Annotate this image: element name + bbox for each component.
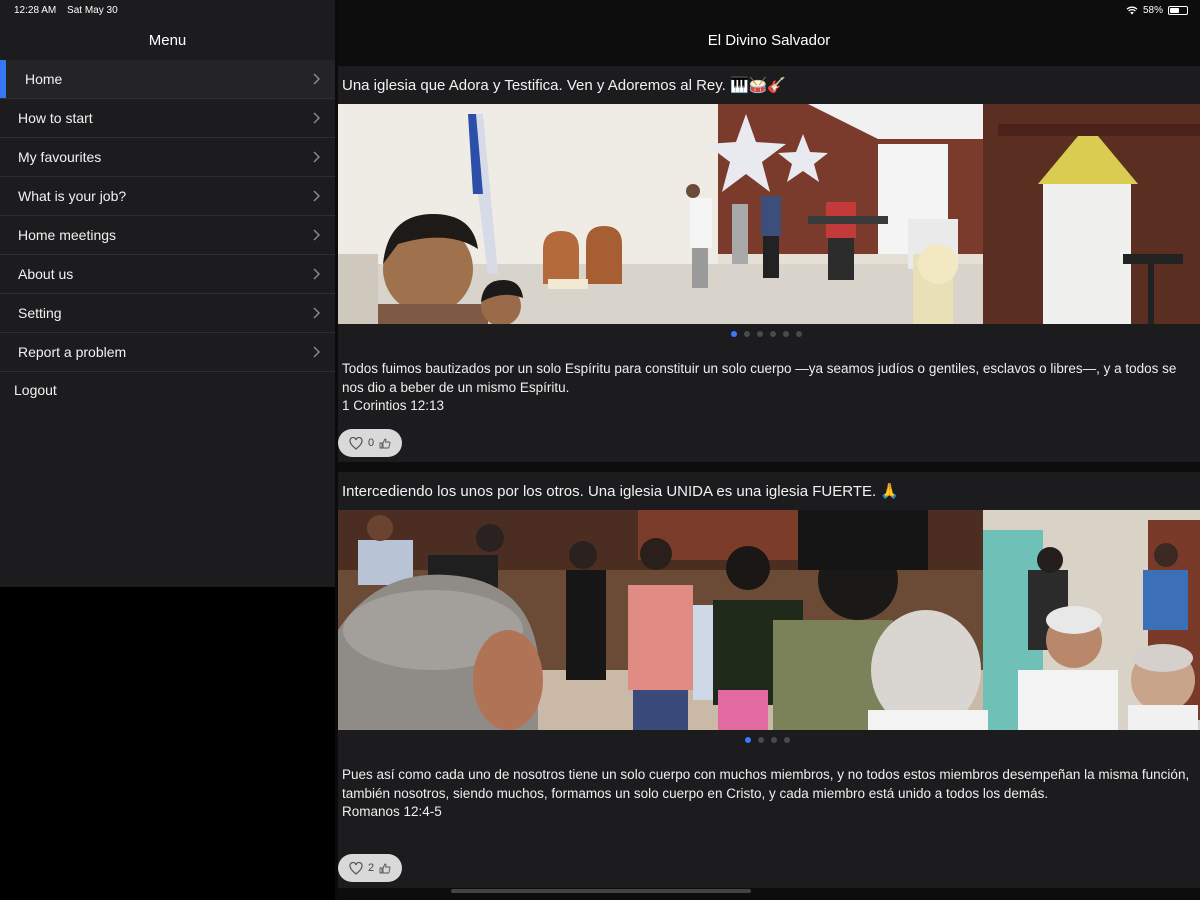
sidebar-item-label: About us <box>18 266 74 282</box>
like-button[interactable]: 2 <box>338 854 402 882</box>
thumbs-up-icon <box>379 438 391 448</box>
sidebar-item-label: My favourites <box>18 149 102 165</box>
like-count: 2 <box>367 862 375 874</box>
like-button[interactable]: 0 <box>338 429 402 457</box>
post-title: Una iglesia que Adora y Testifica. Ven y… <box>342 77 787 94</box>
carousel-dots[interactable] <box>731 331 802 337</box>
chevron-right-icon <box>313 73 320 85</box>
wifi-icon <box>1126 6 1138 15</box>
post-body: Todos fuimos bautizados por un solo Espí… <box>342 360 1192 416</box>
status-bar: 12:28 AM Sat May 30 58% <box>0 0 1200 22</box>
heart-icon <box>349 861 363 875</box>
post-verse: Todos fuimos bautizados por un solo Espí… <box>342 361 1177 395</box>
sidebar-item-my-favourites[interactable]: My favourites <box>0 138 335 177</box>
battery-percent: 58% <box>1142 5 1163 16</box>
sidebar-item-label: What is your job? <box>18 188 127 204</box>
post-image-carousel[interactable] <box>338 104 1200 324</box>
carousel-dot[interactable] <box>745 737 751 743</box>
carousel-dot[interactable] <box>757 331 763 337</box>
home-indicator <box>451 889 751 893</box>
post-body: Pues así como cada uno de nosotros tiene… <box>342 766 1192 822</box>
carousel-dot[interactable] <box>744 331 750 337</box>
sidebar-item-label: Setting <box>18 305 62 321</box>
sidebar-item-setting[interactable]: Setting <box>0 294 335 333</box>
chevron-right-icon <box>313 346 320 358</box>
status-time: 12:28 AM <box>14 5 57 16</box>
sidebar-item-home-meetings[interactable]: Home meetings <box>0 216 335 255</box>
status-date: Sat May 30 <box>67 5 118 16</box>
sidebar-title: Menu <box>148 32 187 49</box>
chevron-right-icon <box>313 307 320 319</box>
prayer-photo <box>338 510 1200 730</box>
page-title: El Divino Salvador <box>707 32 831 49</box>
logout-button[interactable]: Logout <box>14 382 57 398</box>
sidebar-item-what-is-your-job[interactable]: What is your job? <box>0 177 335 216</box>
post-card: Intercediendo los unos por los otros. Un… <box>338 472 1200 888</box>
sidebar-menu: Home How to start My favourites What is … <box>0 60 335 372</box>
chevron-right-icon <box>313 190 320 202</box>
sidebar-item-report-a-problem[interactable]: Report a problem <box>0 333 335 372</box>
heart-icon <box>349 436 363 450</box>
main-content: El Divino Salvador Una iglesia que Adora… <box>338 0 1200 900</box>
chevron-right-icon <box>313 112 320 124</box>
chevron-right-icon <box>313 229 320 241</box>
like-count: 0 <box>367 437 375 449</box>
sidebar-item-label: Home meetings <box>18 227 117 243</box>
carousel-dot[interactable] <box>784 737 790 743</box>
sidebar-item-how-to-start[interactable]: How to start <box>0 99 335 138</box>
post-verse: Pues así como cada uno de nosotros tiene… <box>342 767 1190 801</box>
post-title: Intercediendo los unos por los otros. Un… <box>342 483 899 500</box>
sidebar-item-about-us[interactable]: About us <box>0 255 335 294</box>
carousel-dot[interactable] <box>731 331 737 337</box>
sidebar-item-label: Home <box>25 71 63 87</box>
sidebar: Menu Home How to start My favourites Wha… <box>0 0 335 587</box>
carousel-dot[interactable] <box>770 331 776 337</box>
carousel-dot[interactable] <box>771 737 777 743</box>
sidebar-item-home[interactable]: Home <box>0 60 335 99</box>
carousel-dot[interactable] <box>783 331 789 337</box>
chevron-right-icon <box>313 268 320 280</box>
carousel-dots[interactable] <box>745 737 790 743</box>
post-card: Una iglesia que Adora y Testifica. Ven y… <box>338 66 1200 462</box>
carousel-dot[interactable] <box>796 331 802 337</box>
post-image-carousel[interactable] <box>338 510 1200 730</box>
worship-photo <box>338 104 1200 324</box>
post-reference: Romanos 12:4-5 <box>342 804 442 819</box>
battery-icon <box>1168 6 1188 15</box>
sidebar-item-label: How to start <box>18 110 93 126</box>
carousel-dot[interactable] <box>758 737 764 743</box>
sidebar-item-label: Report a problem <box>18 344 127 360</box>
chevron-right-icon <box>313 151 320 163</box>
thumbs-up-icon <box>379 863 391 873</box>
post-reference: 1 Corintios 12:13 <box>342 398 445 413</box>
